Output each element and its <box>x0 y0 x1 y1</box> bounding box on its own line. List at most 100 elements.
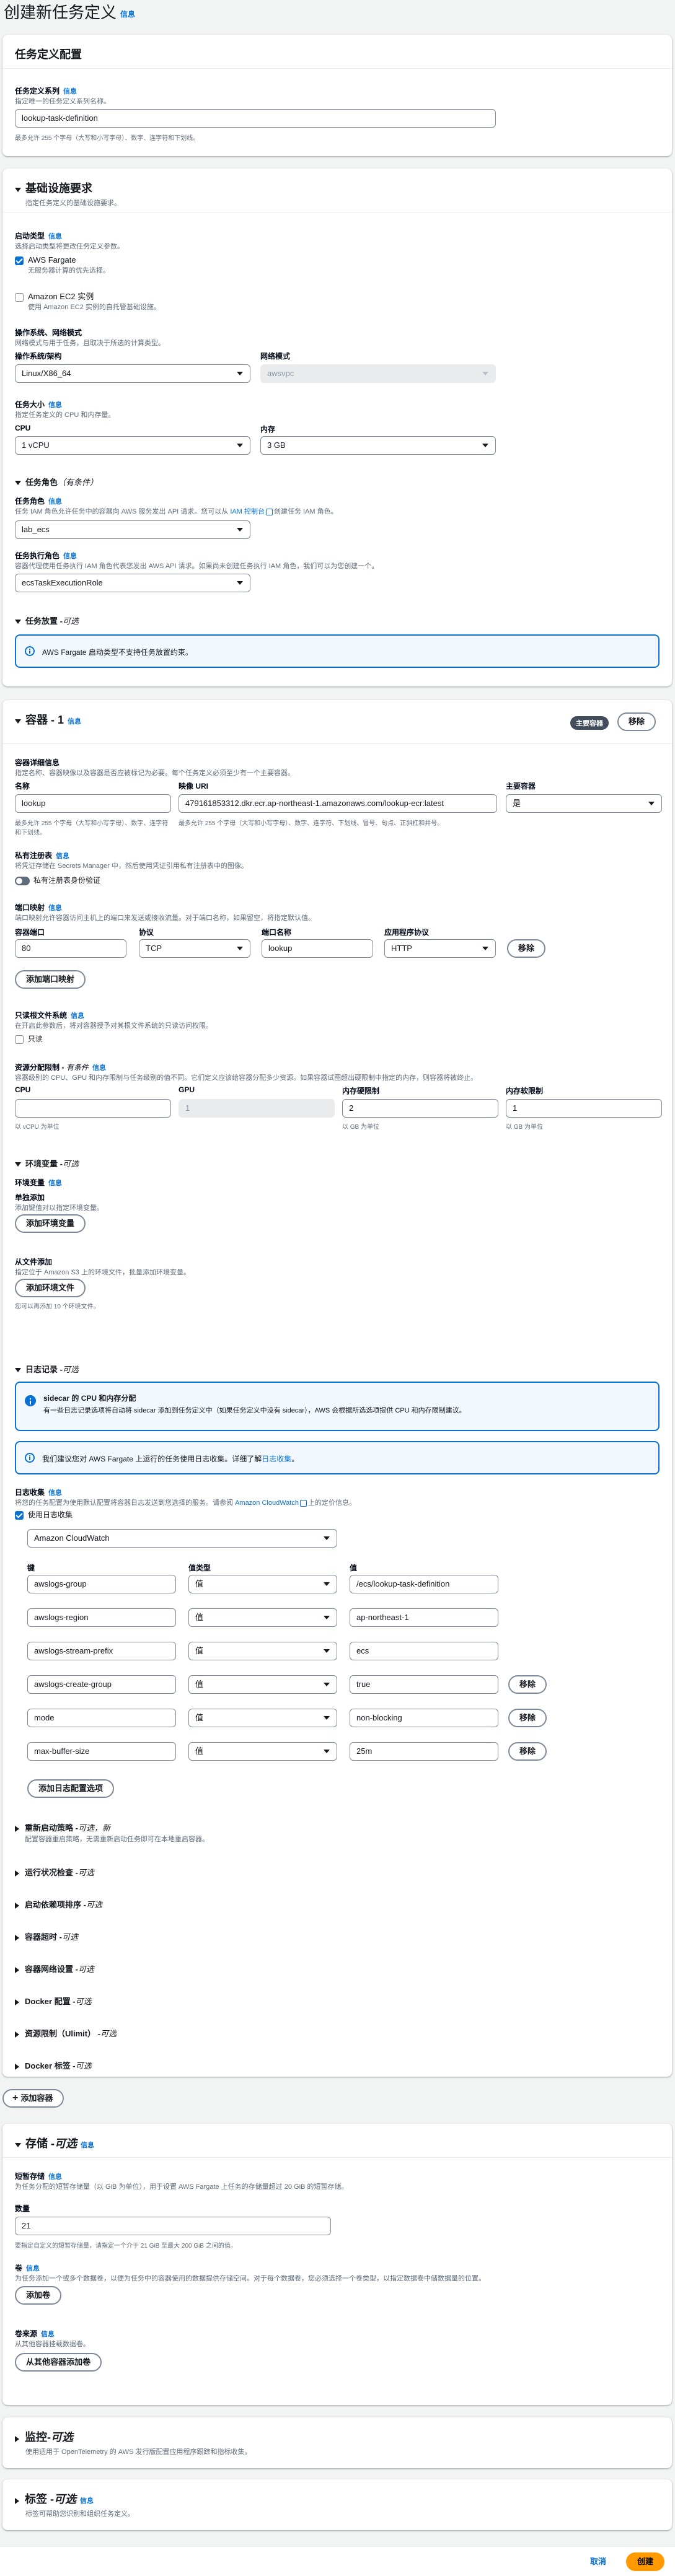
log-option-key-input[interactable]: awslogs-group <box>27 1575 176 1593</box>
log-option-value-input[interactable]: 25m <box>350 1742 498 1761</box>
restart-section-toggle[interactable]: 重新启动策略 -可选，新 <box>15 1821 110 1833</box>
info-link[interactable]: 信息 <box>63 553 77 560</box>
remove-container-button[interactable]: 移除 <box>617 712 656 731</box>
memory-select[interactable]: 3 GB <box>260 436 496 455</box>
remove-port-button[interactable]: 移除 <box>507 939 546 958</box>
infra-header[interactable]: 基础设施要求 指定任务定义的基础设施要求。 <box>2 169 672 208</box>
cloudwatch-link[interactable]: Amazon CloudWatch <box>235 1499 299 1507</box>
info-link[interactable]: 信息 <box>48 2173 62 2181</box>
iam-console-link[interactable]: IAM 控制台 <box>230 508 265 515</box>
add-log-option-button[interactable]: 添加日志配置选项 <box>27 1779 115 1798</box>
fargate-option[interactable]: AWS Fargate 无服务器计算的优先选择。 <box>15 255 110 275</box>
log-option-type-select[interactable]: 值 <box>188 1709 337 1727</box>
private-registry-toggle[interactable]: 私有注册表身份验证 <box>15 875 100 885</box>
log-option-key-input[interactable]: max-buffer-size <box>27 1742 176 1761</box>
log-option-value-input[interactable]: ecs <box>350 1642 498 1660</box>
readonly-checkbox[interactable]: 只读 <box>15 1033 43 1044</box>
info-link[interactable]: 信息 <box>41 2331 55 2338</box>
info-link[interactable]: 信息 <box>48 1489 62 1497</box>
add-volumes-from-button[interactable]: 从其他容器添加卷 <box>15 2353 102 2372</box>
container-port-input[interactable]: 80 <box>15 939 126 958</box>
monitoring-header[interactable]: 监控-可选 使用适用于 OpenTelemetry 的 AWS 发行版配置应用程… <box>2 2417 672 2456</box>
checkbox-checked-icon[interactable] <box>15 1510 24 1520</box>
protocol-select[interactable]: TCP <box>139 939 250 958</box>
log-option-key-input[interactable]: awslogs-stream-prefix <box>27 1642 176 1660</box>
info-link[interactable]: 信息 <box>120 10 135 19</box>
add-port-button[interactable]: 添加端口映射 <box>15 970 86 989</box>
tags-header[interactable]: 标签 -可选 信息 标签可帮助您识别和组织任务定义。 <box>2 2479 672 2518</box>
log-option-value-input[interactable]: /ecs/lookup-task-definition <box>350 1575 498 1593</box>
collapsed-section-toggle[interactable]: 启动依赖项排序 -可选 <box>15 1898 102 1910</box>
image-uri-input[interactable]: 479161853312.dkr.ecr.ap-northeast-1.amaz… <box>179 794 497 813</box>
log-option-key-input[interactable]: awslogs-create-group <box>27 1675 176 1694</box>
env-section-toggle[interactable]: 环境变量 -可选 <box>15 1157 79 1169</box>
toggle-off-icon[interactable] <box>15 876 30 885</box>
mem-hard-input[interactable]: 2 <box>342 1099 498 1118</box>
checkbox-icon[interactable] <box>15 292 24 302</box>
log-option-value-input[interactable]: ap-northeast-1 <box>350 1608 498 1627</box>
info-link[interactable]: 信息 <box>81 2142 94 2149</box>
cpu-select[interactable]: 1 vCPU <box>15 436 250 455</box>
info-link[interactable]: 信息 <box>48 498 62 506</box>
collapsed-section-toggle[interactable]: 运行状况检查 -可选 <box>15 1866 94 1878</box>
collapsed-section-toggle[interactable]: 容器网络设置 -可选 <box>15 1963 94 1974</box>
port-col-label: 容器端口 <box>15 928 45 937</box>
ctr-cpu-input[interactable] <box>15 1099 171 1118</box>
storage-header[interactable]: 存储 -可选 信息 <box>2 2124 672 2151</box>
info-link[interactable]: 信息 <box>48 233 62 240</box>
placement-section-toggle[interactable]: 任务放置 -可选 <box>15 615 79 626</box>
create-button[interactable]: 创建 <box>626 2552 665 2571</box>
collapsed-section-toggle[interactable]: 容器超时 -可选 <box>15 1930 78 1942</box>
info-link[interactable]: 信息 <box>92 1064 106 1072</box>
monitoring-panel[interactable]: 监控-可选 使用适用于 OpenTelemetry 的 AWS 发行版配置应用程… <box>2 2417 672 2468</box>
task-role-select[interactable]: lab_ecs <box>15 520 250 539</box>
container-name-input[interactable]: lookup <box>15 794 171 813</box>
info-link[interactable]: 信息 <box>56 852 69 860</box>
log-option-value-input[interactable]: true <box>350 1675 498 1694</box>
log-option-remove-button[interactable]: 移除 <box>508 1709 547 1727</box>
log-option-type-select[interactable]: 值 <box>188 1675 337 1694</box>
info-link[interactable]: 信息 <box>68 718 81 725</box>
info-link[interactable]: 信息 <box>48 1180 62 1187</box>
collapsed-section-toggle[interactable]: Docker 标签 -可选 <box>15 2059 92 2071</box>
info-link[interactable]: 信息 <box>63 88 77 95</box>
log-option-remove-button[interactable]: 移除 <box>508 1742 547 1761</box>
log-option-type-select[interactable]: 值 <box>188 1575 337 1593</box>
info-link[interactable]: 信息 <box>71 1012 84 1020</box>
essential-select[interactable]: 是 <box>506 794 662 813</box>
info-link[interactable]: 信息 <box>48 401 62 409</box>
use-log-checkbox[interactable]: 使用日志收集 <box>15 1509 73 1520</box>
log-option-type-select[interactable]: 值 <box>188 1608 337 1627</box>
log-option-key-input[interactable]: awslogs-region <box>27 1608 176 1627</box>
log-option-value-input[interactable]: non-blocking <box>350 1709 498 1727</box>
log-section-toggle[interactable]: 日志记录 -可选 <box>15 1363 79 1375</box>
exec-role-select[interactable]: ecsTaskExecutionRole <box>15 574 250 592</box>
log-collection-link[interactable]: 日志收集 <box>262 1455 291 1463</box>
add-env-button[interactable]: 添加环境变量 <box>15 1214 86 1233</box>
roles-section-toggle[interactable]: 任务角色（有条件） <box>15 476 98 488</box>
port-name-input[interactable]: lookup <box>262 939 373 958</box>
log-option-key-input[interactable]: mode <box>27 1709 176 1727</box>
log-driver-select[interactable]: Amazon CloudWatch <box>27 1529 337 1548</box>
collapsed-section-toggle[interactable]: 资源限制（Ulimit） -可选 <box>15 2027 117 2039</box>
log-option-remove-button[interactable]: 移除 <box>508 1675 547 1694</box>
ec2-option[interactable]: Amazon EC2 实例 使用 Amazon EC2 实例的自托管基础设施。 <box>15 290 161 312</box>
cancel-button[interactable]: 取消 <box>590 2552 606 2571</box>
log-option-type-select[interactable]: 值 <box>188 1642 337 1660</box>
info-link[interactable]: 信息 <box>48 905 62 912</box>
log-option-type-select[interactable]: 值 <box>188 1742 337 1761</box>
tags-panel[interactable]: 标签 -可选 信息 标签可帮助您识别和组织任务定义。 <box>2 2479 672 2530</box>
family-input[interactable]: lookup-task-definition <box>15 109 496 128</box>
add-env-file-button[interactable]: 添加环境文件 <box>15 1279 86 1297</box>
checkbox-checked-icon[interactable] <box>15 256 24 265</box>
info-link[interactable]: 信息 <box>80 2497 94 2505</box>
info-link[interactable]: 信息 <box>26 2265 40 2272</box>
os-select[interactable]: Linux/X86_64 <box>15 364 250 383</box>
mem-soft-input[interactable]: 1 <box>506 1099 662 1118</box>
app-protocol-select[interactable]: HTTP <box>384 939 496 958</box>
checkbox-icon[interactable] <box>15 1035 24 1044</box>
amount-input[interactable]: 21 <box>15 2217 331 2235</box>
collapsed-section-toggle[interactable]: Docker 配置 -可选 <box>15 1995 92 2007</box>
add-volume-button[interactable]: 添加卷 <box>15 2286 62 2305</box>
add-container-button[interactable]: + 添加容器 <box>2 2089 64 2108</box>
